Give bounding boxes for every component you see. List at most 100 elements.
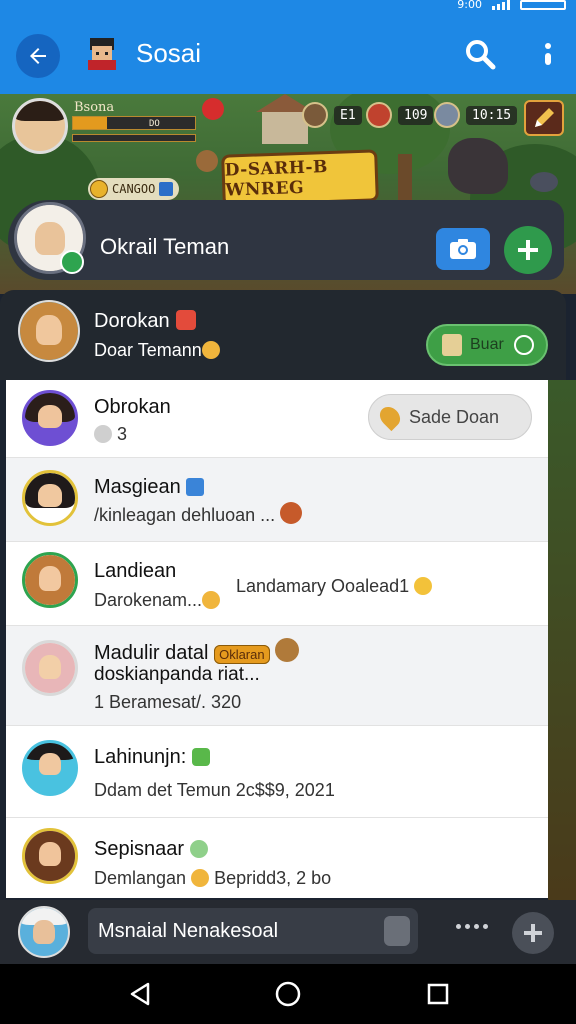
nav-back-button[interactable] xyxy=(126,980,154,1008)
chat-avatar xyxy=(22,640,78,696)
bear-sticker-icon xyxy=(275,638,300,662)
hp-label: DO xyxy=(149,119,160,129)
character-icon xyxy=(434,102,460,128)
chat-message-text: /kinleagan dehluoan ... xyxy=(94,505,276,525)
chat-avatar xyxy=(22,828,78,884)
hp-bar-fill xyxy=(73,117,108,129)
send-button[interactable] xyxy=(512,912,554,954)
character-sticker-icon xyxy=(280,502,303,524)
active-chat-card[interactable]: Dorokan Doar Temann Buar xyxy=(0,290,566,380)
my-avatar[interactable] xyxy=(18,906,70,958)
clock-icon xyxy=(513,335,534,355)
note-icon xyxy=(442,334,462,356)
bird-character xyxy=(530,172,558,192)
chat-row[interactable]: Lahinunjn: Ddam det Temun 2c$$9, 2021 xyxy=(6,726,548,818)
save-chat-button[interactable]: Sade Doan xyxy=(368,394,532,440)
add-friend-button[interactable] xyxy=(504,226,552,274)
chat-message: Demlangan Bepridd3, 2 bo xyxy=(94,868,331,889)
battery-icon xyxy=(520,0,566,10)
chat-name-text: Lahinunjn: xyxy=(94,746,187,768)
chat-row[interactable]: Landiean Darokenam... Landamary Ooalead1 xyxy=(6,542,548,626)
signal-icon xyxy=(492,0,510,10)
back-button[interactable] xyxy=(16,34,60,78)
chat-name: Obrokan xyxy=(94,396,171,418)
app-title: Sosai xyxy=(136,38,202,68)
emoji-icon xyxy=(191,869,210,887)
microphone-icon[interactable] xyxy=(384,916,410,946)
hp-bar: DO xyxy=(72,116,196,130)
chat-name: Lahinunjn: xyxy=(94,746,210,769)
game-logo: D-SARH-B WNREG xyxy=(221,149,379,207)
chat-row[interactable]: Madulir datal Oklaran doskianpanda riat.… xyxy=(6,626,548,726)
chat-message: 3 xyxy=(94,424,127,445)
active-chat-name-text: Dorokan xyxy=(94,310,170,332)
chat-row[interactable]: Masgiean /kinleagan dehluoan ... xyxy=(6,458,548,542)
emoji-icon xyxy=(201,341,220,359)
status-bar: 9:00 xyxy=(0,0,576,14)
chat-aside-value: Landamary Ooalead1 xyxy=(236,576,410,596)
info-button[interactable] xyxy=(538,36,558,72)
open-chat-button[interactable]: Buar xyxy=(426,324,548,366)
active-chat-avatar xyxy=(18,300,80,362)
side-background xyxy=(548,380,576,900)
message-input[interactable]: Msnaial Nenakesoal xyxy=(88,908,418,954)
player-name: Bsona xyxy=(74,100,115,115)
chat-name: Masgiean xyxy=(94,476,205,499)
info-icon-bar xyxy=(545,53,551,65)
chat-message: Darokenam... xyxy=(94,590,221,611)
message-composer: Msnaial Nenakesoal xyxy=(0,900,576,964)
chat-avatar xyxy=(22,552,78,608)
coin-counter: CANGOO xyxy=(88,178,180,200)
search-button[interactable] xyxy=(462,36,498,72)
pencil-icon xyxy=(535,108,554,127)
chat-badge: Oklaran xyxy=(214,645,270,664)
save-chat-label: Sade Doan xyxy=(409,406,500,427)
gem-icon xyxy=(159,182,174,196)
system-nav-bar xyxy=(0,964,576,1024)
frog-sticker-icon xyxy=(191,748,210,766)
chat-avatar xyxy=(22,740,78,796)
chat-avatar xyxy=(22,390,78,446)
plus-icon xyxy=(518,240,538,260)
chat-message: /kinleagan dehluoan ... xyxy=(94,502,303,526)
chat-avatar xyxy=(22,470,78,526)
verified-badge-icon xyxy=(60,250,84,274)
chat-detail: 1 Beramesat/. 320 xyxy=(94,692,242,712)
square-recents-icon xyxy=(427,983,449,1005)
chat-row[interactable]: Obrokan 3 Sade Doan xyxy=(6,380,548,458)
add-friend-title: Okrail Teman xyxy=(100,234,230,259)
emoji-icon xyxy=(189,840,208,858)
chat-name-text: Masgiean xyxy=(94,476,181,498)
resource-icon xyxy=(302,102,328,128)
info-icon xyxy=(545,43,551,49)
chat-aside-text: Landamary Ooalead1 xyxy=(236,576,433,597)
player-avatar[interactable] xyxy=(12,98,68,154)
chat-name-text: Madulir datal xyxy=(94,642,209,664)
note-icon xyxy=(186,478,205,496)
app-logo xyxy=(84,34,120,70)
coin-icon xyxy=(90,180,108,198)
active-chat-subtitle: Doar Temann xyxy=(94,340,220,361)
chat-aside-value: Bepridd3, 2 bo xyxy=(214,868,332,888)
chat-message-text: Darokenam... xyxy=(94,590,203,610)
resource-counter: 10:15 xyxy=(434,102,518,128)
chat-list[interactable]: Obrokan 3 Sade Doan Masgiean /kinleagan … xyxy=(6,380,548,898)
nav-home-button[interactable] xyxy=(274,980,302,1008)
edit-button[interactable] xyxy=(524,100,564,136)
resource-value: E1 xyxy=(334,105,362,125)
open-chat-label: Buar xyxy=(470,336,504,353)
chat-message: doskianpanda riat... xyxy=(94,664,260,685)
resource-value: 109 xyxy=(398,105,434,125)
chat-name: Madulir datal Oklaran xyxy=(94,638,300,665)
status-icon xyxy=(94,425,112,443)
chat-message-text: 3 xyxy=(117,424,128,444)
more-options-button[interactable] xyxy=(456,924,488,929)
status-icons: 9:00 xyxy=(457,0,566,11)
camera-button[interactable] xyxy=(436,228,490,270)
chat-name: Landiean xyxy=(94,560,177,582)
nav-recents-button[interactable] xyxy=(424,980,452,1008)
chat-row[interactable]: Sepisnaar Demlangan Bepridd3, 2 bo xyxy=(6,818,548,898)
apple-icon xyxy=(366,102,392,128)
bear-icon xyxy=(196,150,218,172)
message-input-text: Msnaial Nenakesoal xyxy=(98,919,279,942)
